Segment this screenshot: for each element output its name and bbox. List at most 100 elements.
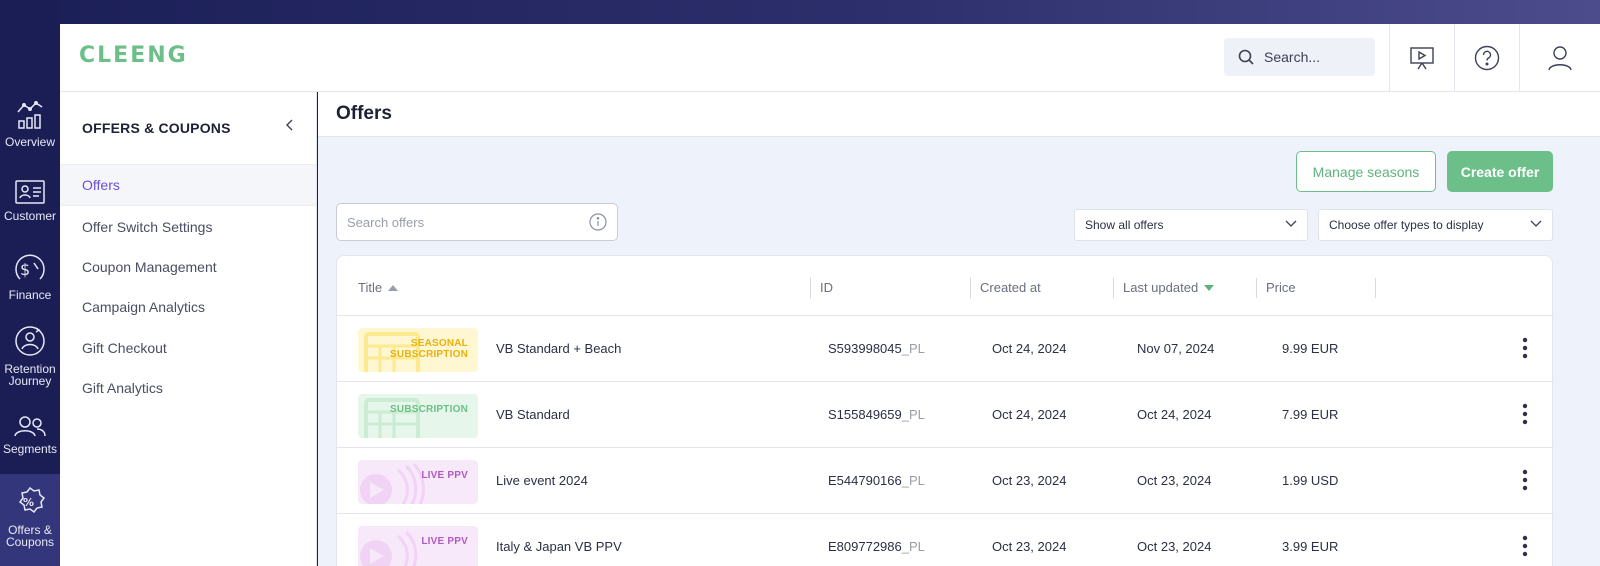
offer-id: S155849659_PL bbox=[828, 407, 925, 422]
table-row[interactable]: SEASONAL SUBSCRIPTION VB Standard + Beac… bbox=[337, 316, 1554, 382]
offer-last-updated: Oct 23, 2024 bbox=[1137, 473, 1212, 488]
offer-price: 9.99 EUR bbox=[1282, 341, 1339, 356]
rail-item-segments[interactable]: Segments bbox=[0, 415, 60, 455]
more-actions-icon[interactable] bbox=[1522, 403, 1528, 425]
offer-title[interactable]: Live event 2024 bbox=[496, 473, 588, 488]
column-updated-header[interactable]: Last updated bbox=[1123, 280, 1215, 295]
table-row[interactable]: SUBSCRIPTION VB Standard S155849659_PL O… bbox=[337, 382, 1554, 448]
column-id-header[interactable]: ID bbox=[820, 280, 833, 295]
create-offer-button[interactable]: Create offer bbox=[1447, 151, 1553, 192]
top-header: CLEENG Search... bbox=[60, 24, 1600, 92]
badge-line: SEASONAL bbox=[410, 338, 468, 349]
help-question-icon bbox=[1474, 45, 1500, 70]
overview-chart-icon bbox=[17, 101, 43, 129]
global-search-placeholder: Search... bbox=[1264, 49, 1321, 65]
offer-created-at: Oct 24, 2024 bbox=[992, 341, 1067, 356]
rail-label: Offers & Coupons bbox=[5, 523, 55, 549]
offer-price: 3.99 EUR bbox=[1282, 539, 1339, 554]
more-actions-icon[interactable] bbox=[1522, 469, 1528, 491]
offer-created-at: Oct 24, 2024 bbox=[992, 407, 1067, 422]
offer-type-badge: SUBSCRIPTION bbox=[390, 404, 468, 415]
offer-thumbnail-subscription: SUBSCRIPTION bbox=[358, 394, 478, 438]
sidebar-item-offer-switch-settings[interactable]: Offer Switch Settings bbox=[60, 206, 316, 248]
rail-item-customer[interactable]: Customer bbox=[0, 180, 60, 222]
table-row[interactable]: LIVE PPV Live event 2024 E544790166_PL O… bbox=[337, 448, 1554, 514]
column-divider bbox=[1375, 278, 1376, 298]
column-created-header[interactable]: Created at bbox=[980, 280, 1041, 295]
table-header: Title ID Created at Last updated Price bbox=[337, 256, 1554, 316]
column-divider bbox=[810, 278, 811, 298]
offer-last-updated: Oct 24, 2024 bbox=[1137, 407, 1212, 422]
badge-line: LIVE PPV bbox=[421, 470, 468, 481]
sidebar-item-campaign-analytics[interactable]: Campaign Analytics bbox=[60, 286, 316, 328]
offer-last-updated: Nov 07, 2024 bbox=[1137, 341, 1215, 356]
sidebar-item-label: Offers bbox=[82, 177, 120, 193]
column-header-label: Created at bbox=[980, 280, 1041, 295]
offer-id-suffix: _PL bbox=[901, 473, 925, 488]
offer-id-suffix: _PL bbox=[901, 407, 925, 422]
section-sidebar: OFFERS & COUPONS Offers Offer Switch Set… bbox=[60, 92, 317, 566]
user-account-button[interactable] bbox=[1519, 24, 1600, 91]
sort-asc-icon bbox=[388, 284, 399, 291]
column-price-header[interactable]: Price bbox=[1266, 280, 1296, 295]
global-search[interactable]: Search... bbox=[1224, 38, 1375, 76]
page-header: Offers bbox=[318, 92, 1600, 137]
main-content: Offers Manage seasons Create offer Show … bbox=[318, 92, 1600, 566]
sidebar-item-label: Gift Checkout bbox=[82, 340, 167, 356]
manage-seasons-button[interactable]: Manage seasons bbox=[1296, 151, 1436, 192]
column-header-label: Last updated bbox=[1123, 280, 1199, 295]
retention-journey-icon bbox=[15, 326, 45, 356]
offer-type-select[interactable]: Choose offer types to display bbox=[1318, 209, 1553, 241]
rail-item-overview[interactable]: Overview bbox=[0, 100, 60, 148]
offer-thumbnail-seasonal: SEASONAL SUBSCRIPTION bbox=[358, 328, 478, 372]
offer-id-value: S593998045 bbox=[828, 341, 902, 356]
search-offers-input[interactable] bbox=[347, 214, 577, 230]
section-title: OFFERS & COUPONS bbox=[82, 120, 231, 136]
sidebar-item-label: Gift Analytics bbox=[82, 380, 163, 396]
offer-status-select[interactable]: Show all offers bbox=[1074, 209, 1308, 241]
sidebar-item-coupon-management[interactable]: Coupon Management bbox=[60, 246, 316, 288]
badge-line: LIVE PPV bbox=[421, 536, 468, 547]
sidebar-item-gift-analytics[interactable]: Gift Analytics bbox=[60, 367, 316, 409]
rail-item-offers-coupons[interactable]: % Offers & Coupons bbox=[0, 474, 60, 566]
rail-label: Segments bbox=[2, 442, 58, 456]
table-row[interactable]: LIVE PPV Italy & Japan VB PPV E809772986… bbox=[337, 514, 1554, 566]
svg-text:%: % bbox=[23, 496, 34, 509]
offer-id: E809772986_PL bbox=[828, 539, 925, 554]
more-actions-icon[interactable] bbox=[1522, 337, 1528, 359]
offer-price: 1.99 USD bbox=[1282, 473, 1339, 488]
offer-title[interactable]: Italy & Japan VB PPV bbox=[496, 539, 622, 554]
customer-card-icon bbox=[15, 180, 45, 204]
offer-created-at: Oct 23, 2024 bbox=[992, 539, 1067, 554]
offer-title[interactable]: VB Standard + Beach bbox=[496, 341, 621, 356]
info-icon[interactable] bbox=[589, 213, 607, 231]
column-title-header[interactable]: Title bbox=[358, 280, 399, 295]
segments-users-icon bbox=[14, 416, 46, 437]
sidebar-item-label: Campaign Analytics bbox=[82, 299, 205, 315]
help-button[interactable] bbox=[1454, 24, 1519, 91]
rail-item-retention[interactable]: Retention Journey bbox=[0, 325, 60, 387]
offer-id: S593998045_PL bbox=[828, 341, 925, 356]
more-actions-icon[interactable] bbox=[1522, 535, 1528, 557]
rail-item-finance[interactable]: $ Finance bbox=[0, 253, 60, 301]
offer-title[interactable]: VB Standard bbox=[496, 407, 570, 422]
top-banner-strip bbox=[0, 0, 1600, 24]
offer-price: 7.99 EUR bbox=[1282, 407, 1339, 422]
chevron-down-icon bbox=[1530, 220, 1542, 227]
collapse-chevron-left-icon[interactable] bbox=[284, 118, 296, 132]
offer-last-updated: Oct 23, 2024 bbox=[1137, 539, 1212, 554]
search-icon bbox=[1238, 49, 1254, 65]
live-broadcast-icon bbox=[360, 463, 425, 504]
sidebar-item-gift-checkout[interactable]: Gift Checkout bbox=[60, 327, 316, 369]
sidebar-item-offers[interactable]: Offers bbox=[60, 164, 316, 206]
presentation-button[interactable] bbox=[1389, 24, 1454, 91]
offer-id-value: E544790166 bbox=[828, 473, 902, 488]
rail-label: Retention Journey bbox=[4, 362, 56, 388]
sidebar-item-label: Offer Switch Settings bbox=[82, 219, 213, 235]
column-header-label: Title bbox=[358, 280, 383, 295]
primary-nav-rail: Overview Customer $ Finance Retention Jo… bbox=[0, 0, 60, 566]
offer-id-value: E809772986 bbox=[828, 539, 902, 554]
badge-line: SUBSCRIPTION bbox=[390, 404, 468, 415]
offer-id: E544790166_PL bbox=[828, 473, 925, 488]
rail-label: Customer bbox=[3, 209, 56, 223]
